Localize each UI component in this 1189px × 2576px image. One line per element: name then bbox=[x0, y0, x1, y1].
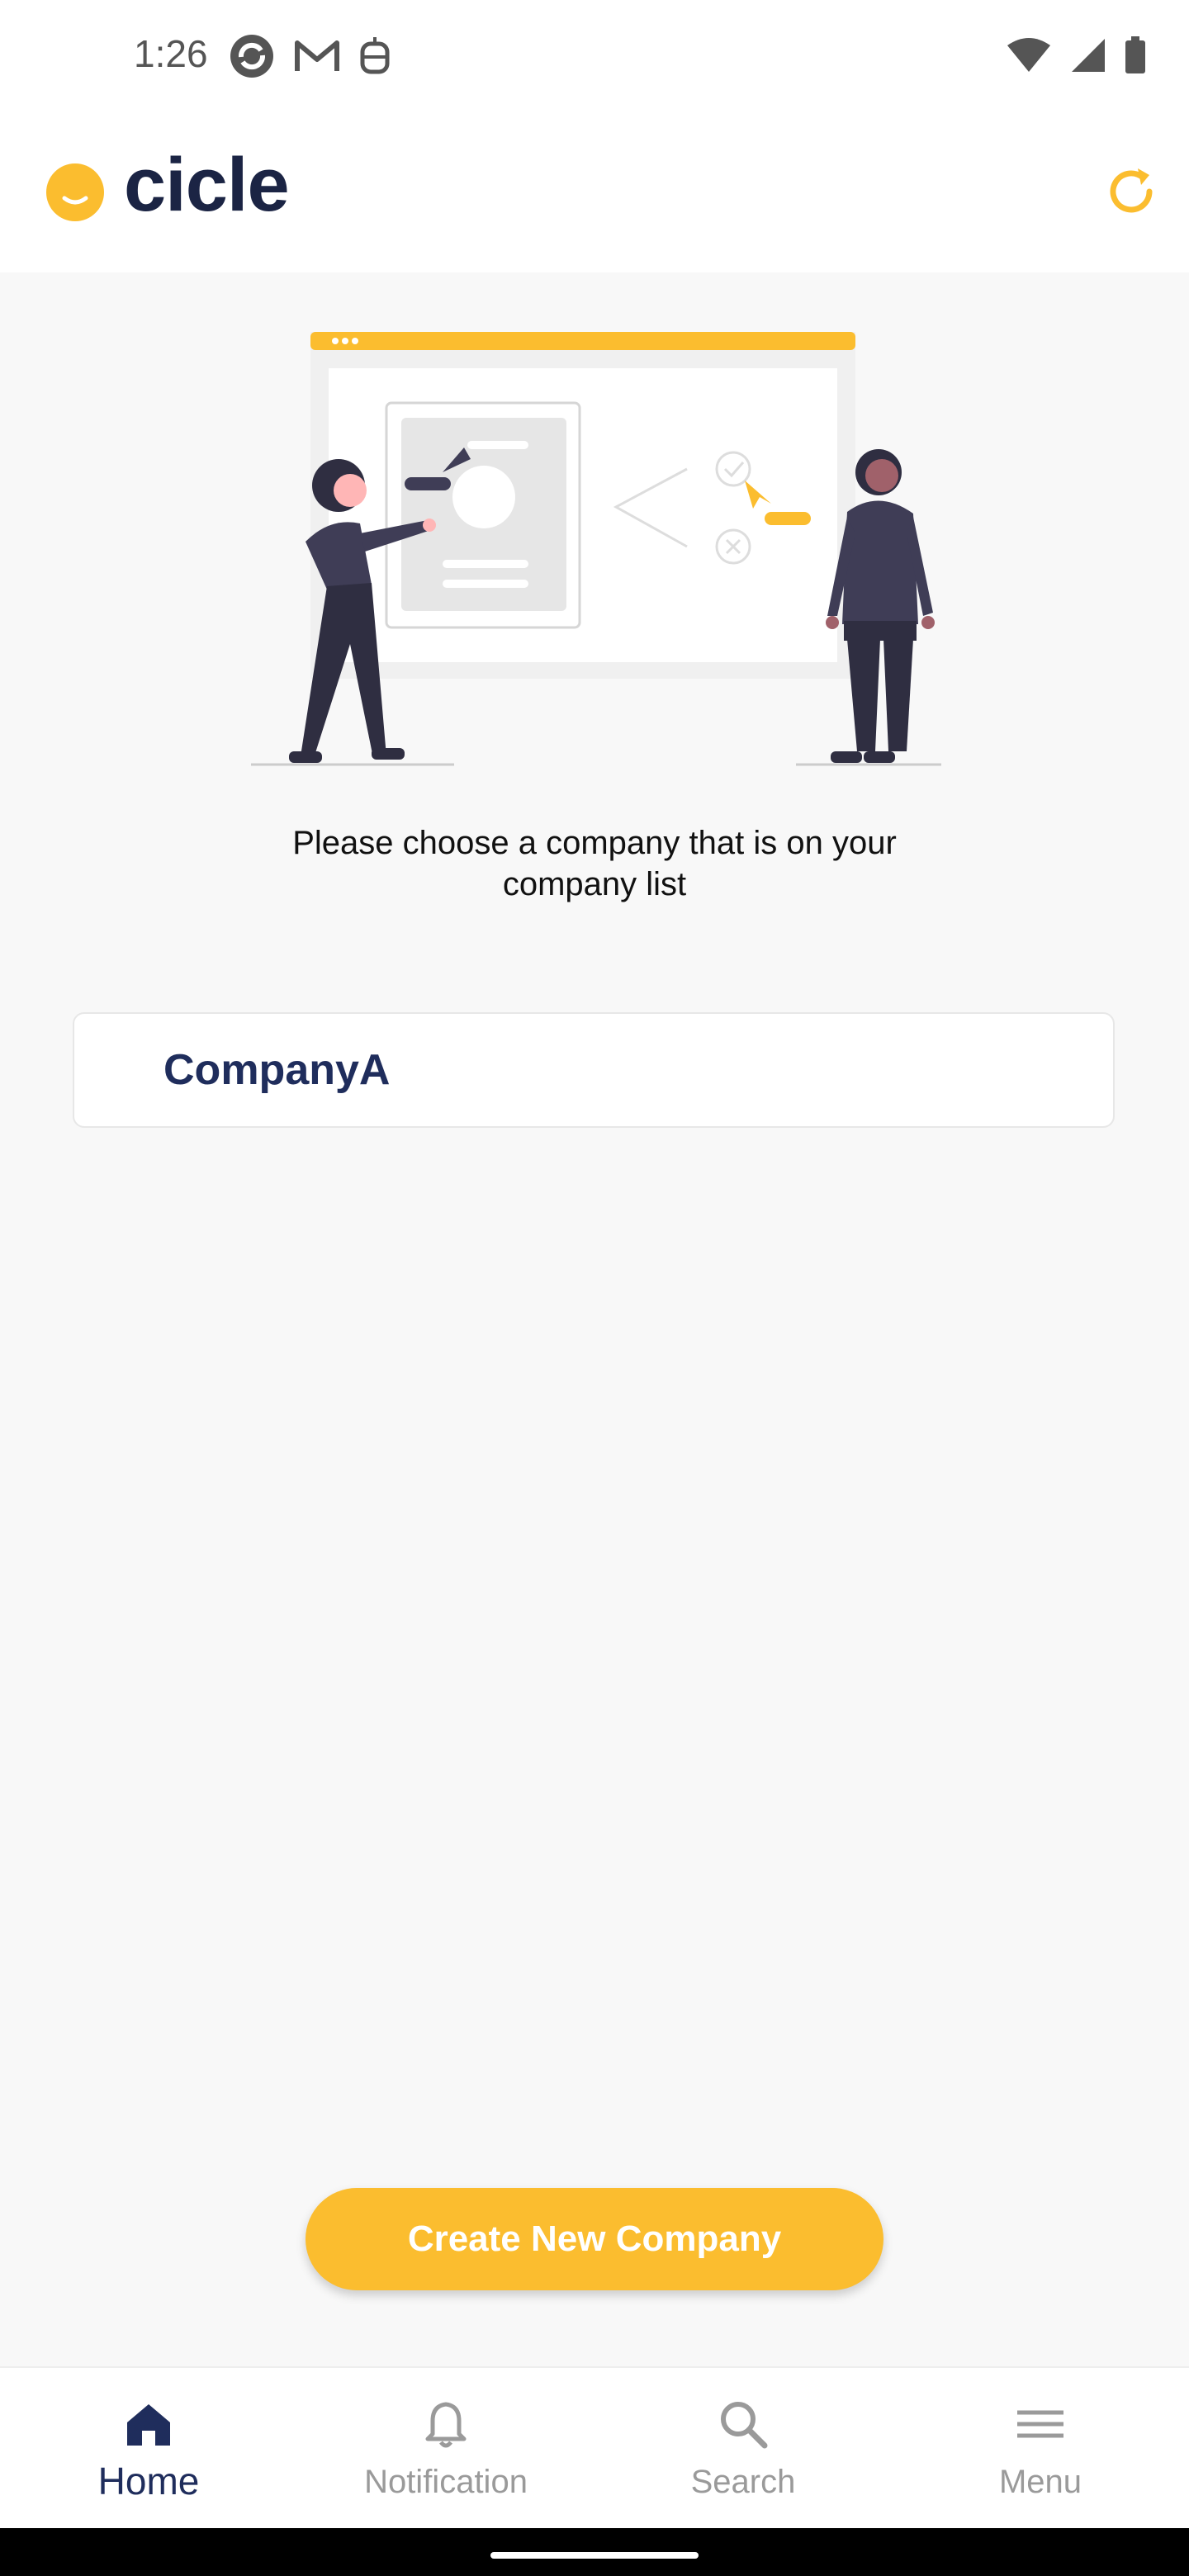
nav-item-search[interactable]: Search bbox=[594, 2368, 892, 2530]
battery-icon bbox=[1125, 36, 1145, 73]
nav-item-menu[interactable]: Menu bbox=[892, 2368, 1189, 2530]
bell-icon bbox=[425, 2402, 467, 2448]
gmail-icon bbox=[295, 40, 339, 71]
nav-item-home[interactable]: Home bbox=[0, 2368, 297, 2530]
company-name: CompanyA bbox=[163, 1046, 391, 1094]
choose-company-illustration bbox=[251, 332, 941, 766]
status-system-icons bbox=[1006, 36, 1146, 74]
nav-item-notification[interactable]: Notification bbox=[297, 2368, 594, 2530]
robot-icon bbox=[360, 37, 390, 74]
company-list-item[interactable]: CompanyA bbox=[73, 1012, 1115, 1128]
status-time: 1:26 bbox=[134, 32, 208, 75]
nav-label-menu: Menu bbox=[998, 2464, 1082, 2500]
refresh-icon[interactable] bbox=[1105, 165, 1158, 218]
home-gesture-handle[interactable] bbox=[490, 2552, 699, 2559]
status-notification-icons bbox=[228, 33, 391, 79]
nav-label-home: Home bbox=[97, 2460, 200, 2503]
search-icon bbox=[721, 2402, 768, 2449]
create-new-company-button[interactable]: Create New Company bbox=[306, 2188, 883, 2290]
nav-label-notification: Notification bbox=[364, 2464, 528, 2500]
menu-icon bbox=[1017, 2410, 1063, 2438]
wifi-icon bbox=[1007, 38, 1050, 72]
choose-company-prompt: Please choose a company that is on your … bbox=[292, 825, 897, 902]
nav-label-search: Search bbox=[690, 2464, 796, 2500]
cellular-signal-icon bbox=[1072, 39, 1105, 72]
cicle-logo-icon bbox=[46, 163, 104, 221]
app-logo-text: cicle bbox=[124, 143, 290, 227]
home-icon bbox=[127, 2404, 170, 2446]
bottom-navigation: Home Notification Search Menu bbox=[0, 2366, 1189, 2530]
sync-app-icon bbox=[230, 35, 273, 78]
